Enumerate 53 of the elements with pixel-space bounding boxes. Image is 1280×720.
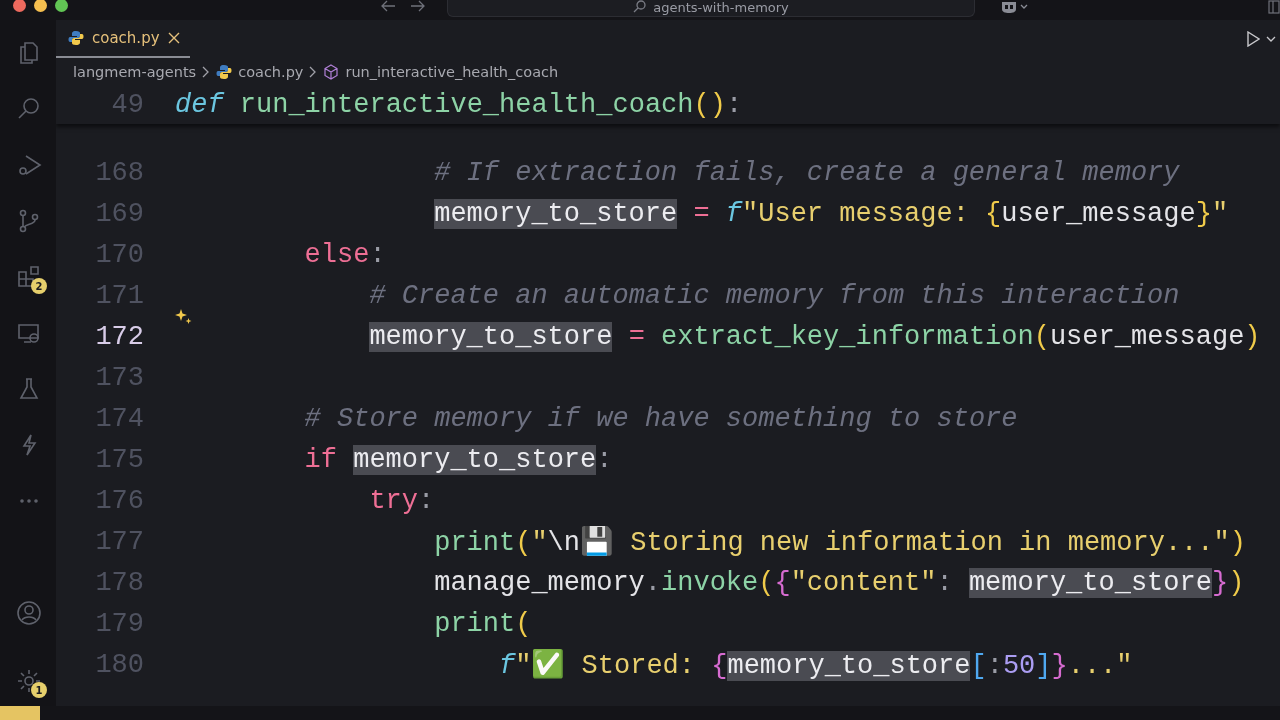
line-number: 174: [94, 403, 144, 434]
code-line: f"✅ Stored: {memory_to_store[:50]}...": [499, 648, 1133, 681]
code-line: # Create an automatic memory from this interaction: [369, 280, 1180, 311]
code-line: # Store memory if we have something to store: [304, 403, 1018, 434]
line-number: 170: [94, 239, 144, 270]
code-line: print(: [434, 608, 532, 639]
sparkle-icon[interactable]: [175, 307, 193, 326]
code-line: # If extraction fails, create a general memory: [434, 157, 1180, 188]
close-icon[interactable]: [167, 32, 180, 44]
notification-badge: 1: [31, 682, 47, 698]
layout-icon[interactable]: [1268, 0, 1280, 14]
run-debug-icon[interactable]: [16, 152, 42, 178]
editor-tab[interactable]: coach.py: [56, 20, 190, 58]
line-number: 178: [94, 567, 144, 598]
line-number: 169: [94, 198, 144, 229]
line-number: 177: [94, 526, 144, 557]
run-icon[interactable]: [1246, 31, 1260, 47]
code-line: memory_to_store = f"User message: {user_message}": [434, 198, 1229, 229]
code-line: manage_memory.invoke({"content": memory_to_store}): [434, 567, 1245, 598]
chevron-icon: [309, 66, 318, 78]
caret-icon[interactable]: [1266, 35, 1276, 43]
maximize-window-button[interactable]: [55, 0, 68, 12]
python-icon: [68, 30, 84, 46]
forward-icon[interactable]: [410, 0, 426, 12]
command-search-field[interactable]: agents-with-memory: [447, 0, 975, 17]
settings-icon[interactable]: [16, 668, 42, 694]
minimize-window-button[interactable]: [34, 0, 47, 12]
cube-icon: [323, 64, 340, 80]
code-line: else:: [304, 239, 386, 270]
close-window-button[interactable]: [13, 0, 26, 12]
line-number: 173: [94, 362, 144, 393]
line-number: 168: [94, 157, 144, 188]
line-number: 176: [94, 485, 144, 516]
python-icon: [216, 64, 233, 80]
back-icon[interactable]: [380, 0, 396, 12]
breadcrumb-item[interactable]: langmem-agents: [73, 64, 197, 80]
code-line: try:: [369, 485, 435, 516]
chevron-icon: [202, 66, 211, 78]
line-number: 179: [94, 608, 144, 639]
code-line: print("\n💾 Storing new information in memory..."): [434, 525, 1246, 558]
account-icon[interactable]: [16, 600, 42, 626]
code-line: memory_to_store = extract_key_information(user_message): [369, 321, 1261, 352]
sticky-scroll-header: 49 def run_interactive_health_coach():: [56, 86, 1280, 124]
line-number: 175: [94, 444, 144, 475]
breadcrumb-item[interactable]: run_interactive_health_coach: [345, 64, 559, 80]
line-number: 172: [94, 321, 144, 352]
code-line: def run_interactive_health_coach():: [175, 90, 743, 120]
line-number: 180: [94, 649, 144, 680]
notification-badge: 2: [31, 278, 47, 294]
breadcrumb-item[interactable]: coach.py: [238, 64, 304, 80]
search-icon: [633, 0, 648, 14]
extensions-icon[interactable]: [16, 264, 42, 290]
line-number: 171: [94, 280, 144, 311]
